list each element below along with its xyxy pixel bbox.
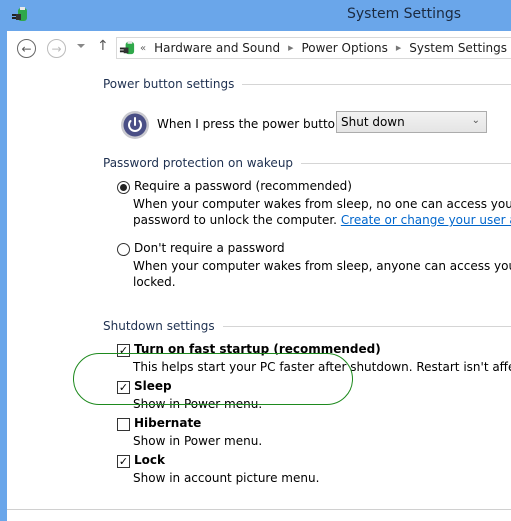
section-title: Power button settings	[103, 77, 235, 91]
title-bar: System Settings	[0, 0, 511, 31]
checkmark-icon: ✓	[118, 344, 129, 357]
breadcrumb-hardware-and-sound[interactable]: Hardware and Sound	[154, 41, 280, 55]
password-section: Password protection on wakeup	[103, 156, 511, 170]
require-password-radio[interactable]	[117, 181, 130, 194]
forward-arrow-icon: →	[51, 41, 62, 56]
description-line: When your computer wakes from sleep, no …	[133, 197, 511, 211]
dont-require-password-description: When your computer wakes from sleep, any…	[133, 258, 511, 290]
description-line: password to unlock the computer. Create …	[133, 212, 511, 228]
selected-value: Shut down	[341, 115, 405, 129]
description-text: This helps start your PC faster after sh…	[133, 360, 511, 374]
address-bar[interactable]: « Hardware and Sound ▶ Power Options ▶ S…	[116, 37, 511, 59]
user-account-link[interactable]: Create or change your user account p	[341, 213, 511, 227]
power-plug-battery-icon	[12, 7, 27, 21]
shutdown-section: Shutdown settings	[103, 319, 511, 333]
hibernate-checkbox[interactable]	[117, 418, 130, 431]
sleep-label[interactable]: Sleep	[134, 379, 172, 393]
divider	[301, 162, 511, 164]
lock-label[interactable]: Lock	[134, 453, 165, 467]
checkmark-icon: ✓	[118, 455, 129, 468]
description-text: password to unlock the computer.	[133, 213, 341, 227]
description-line: locked.	[133, 275, 176, 289]
dont-require-password-label[interactable]: Don't require a password	[134, 241, 285, 255]
recent-locations-chevron-down-icon[interactable]	[77, 44, 85, 48]
back-arrow-icon: ←	[21, 41, 32, 56]
window-title: System Settings	[347, 6, 462, 22]
power-plug-battery-icon	[119, 40, 135, 55]
require-password-description: When your computer wakes from sleep, no …	[133, 196, 511, 228]
chevron-down-icon: ⌄	[471, 115, 480, 126]
require-password-label[interactable]: Require a password (recommended)	[134, 179, 352, 193]
sleep-checkbox[interactable]: ✓	[117, 381, 130, 394]
description-line: When your computer wakes from sleep, any…	[133, 259, 511, 273]
power-button-section: Power button settings	[103, 77, 511, 91]
section-title: Password protection on wakeup	[103, 156, 294, 170]
fast-startup-label[interactable]: Turn on fast startup (recommended)	[134, 342, 381, 356]
breadcrumb-separator-icon[interactable]: ▶	[288, 44, 293, 52]
footer-divider	[7, 509, 511, 510]
breadcrumb-power-options[interactable]: Power Options	[301, 41, 387, 55]
hibernate-label[interactable]: Hibernate	[134, 416, 201, 430]
up-arrow-icon: ↑	[97, 38, 109, 54]
power-button-action-select[interactable]: Shut down ⌄	[336, 111, 487, 133]
divider	[242, 83, 511, 85]
breadcrumb-overflow-icon[interactable]: «	[140, 43, 146, 54]
breadcrumb-system-settings[interactable]: System Settings	[409, 41, 507, 55]
hibernate-description: Show in Power menu.	[133, 434, 263, 448]
sleep-description: Show in Power menu.	[133, 397, 263, 411]
fast-startup-description: This helps start your PC faster after sh…	[133, 359, 511, 375]
settings-content: Power button settings When I press the p…	[7, 65, 511, 521]
dont-require-password-radio[interactable]	[117, 243, 130, 256]
breadcrumb: « Hardware and Sound ▶ Power Options ▶ S…	[140, 41, 507, 55]
fast-startup-checkbox[interactable]: ✓	[117, 344, 130, 357]
power-button-label: When I press the power button:	[157, 117, 347, 131]
checkmark-icon: ✓	[118, 381, 129, 394]
navigation-bar: ← → ↑ « Hardware and Sound ▶ Power Optio…	[7, 31, 511, 65]
up-button[interactable]: ↑	[97, 38, 109, 54]
lock-description: Show in account picture menu.	[133, 471, 320, 485]
back-button[interactable]: ←	[17, 39, 36, 58]
power-icon	[121, 111, 149, 139]
lock-checkbox[interactable]: ✓	[117, 455, 130, 468]
forward-button[interactable]: →	[47, 39, 66, 58]
divider	[222, 325, 511, 327]
window-body: ← → ↑ « Hardware and Sound ▶ Power Optio…	[7, 31, 511, 521]
section-title: Shutdown settings	[103, 319, 215, 333]
breadcrumb-separator-icon[interactable]: ▶	[396, 44, 401, 52]
